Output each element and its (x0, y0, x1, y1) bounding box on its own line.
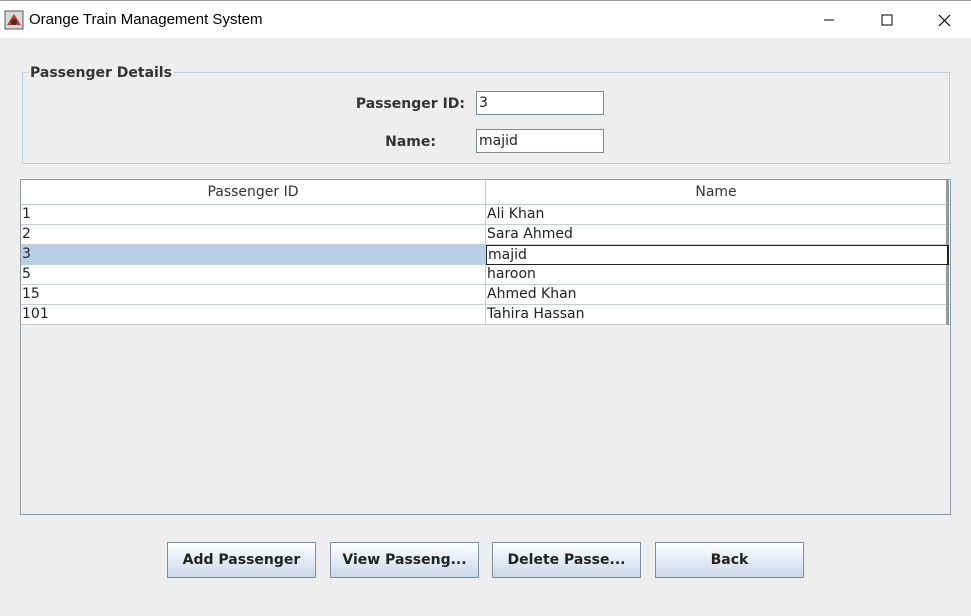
train-app-icon (4, 10, 24, 30)
cell-passenger-id[interactable]: 15 (21, 285, 486, 305)
minimize-icon (824, 19, 834, 21)
cell-passenger-id[interactable]: 101 (21, 305, 486, 325)
window-title: Orange Train Management System (29, 11, 263, 28)
table-row[interactable]: 101 Tahira Hassan (21, 305, 950, 325)
minimize-button[interactable] (800, 1, 858, 39)
column-header-name[interactable]: Name (486, 180, 949, 205)
table-row[interactable]: 5 haroon (21, 265, 950, 285)
cell-name[interactable]: Ali Khan (486, 205, 949, 225)
view-passengers-button[interactable]: View Passeng... (330, 542, 479, 578)
table-row[interactable]: 15 Ahmed Khan (21, 285, 950, 305)
passenger-id-field[interactable]: 3 (476, 91, 604, 115)
add-passenger-button[interactable]: Add Passenger (167, 542, 316, 578)
cell-name[interactable]: Sara Ahmed (486, 225, 949, 245)
table-row[interactable]: 2 Sara Ahmed (21, 225, 950, 245)
delete-passenger-button[interactable]: Delete Passe... (492, 542, 641, 578)
name-label: Name: (385, 134, 436, 150)
table-header: Passenger ID Name (21, 180, 950, 205)
cell-name[interactable]: haroon (486, 265, 949, 285)
passenger-id-label: Passenger ID: (355, 96, 465, 112)
passenger-table[interactable]: Passenger ID Name 1 Ali Khan 2 Sara Ahme… (20, 179, 951, 515)
close-button[interactable] (917, 1, 971, 39)
cell-passenger-id[interactable]: 1 (21, 205, 486, 225)
column-header-passenger-id[interactable]: Passenger ID (21, 180, 486, 205)
cell-passenger-id[interactable]: 3 (21, 245, 486, 265)
maximize-button[interactable] (858, 1, 916, 39)
table-row[interactable]: 1 Ali Khan (21, 205, 950, 225)
name-field[interactable]: majid (476, 129, 604, 153)
cell-name[interactable]: Ahmed Khan (486, 285, 949, 305)
close-icon (938, 14, 950, 26)
back-button[interactable]: Back (655, 542, 804, 578)
cell-passenger-id[interactable]: 2 (21, 225, 486, 245)
maximize-icon (881, 14, 893, 26)
cell-passenger-id[interactable]: 5 (21, 265, 486, 285)
group-title: Passenger Details (28, 65, 174, 81)
title-bar[interactable]: Orange Train Management System (0, 0, 971, 38)
cell-name[interactable]: majid (486, 245, 949, 265)
cell-name[interactable]: Tahira Hassan (486, 305, 949, 325)
table-body: 1 Ali Khan 2 Sara Ahmed 3 majid 5 haroon… (21, 205, 950, 325)
table-row-selected[interactable]: 3 majid (21, 245, 950, 265)
